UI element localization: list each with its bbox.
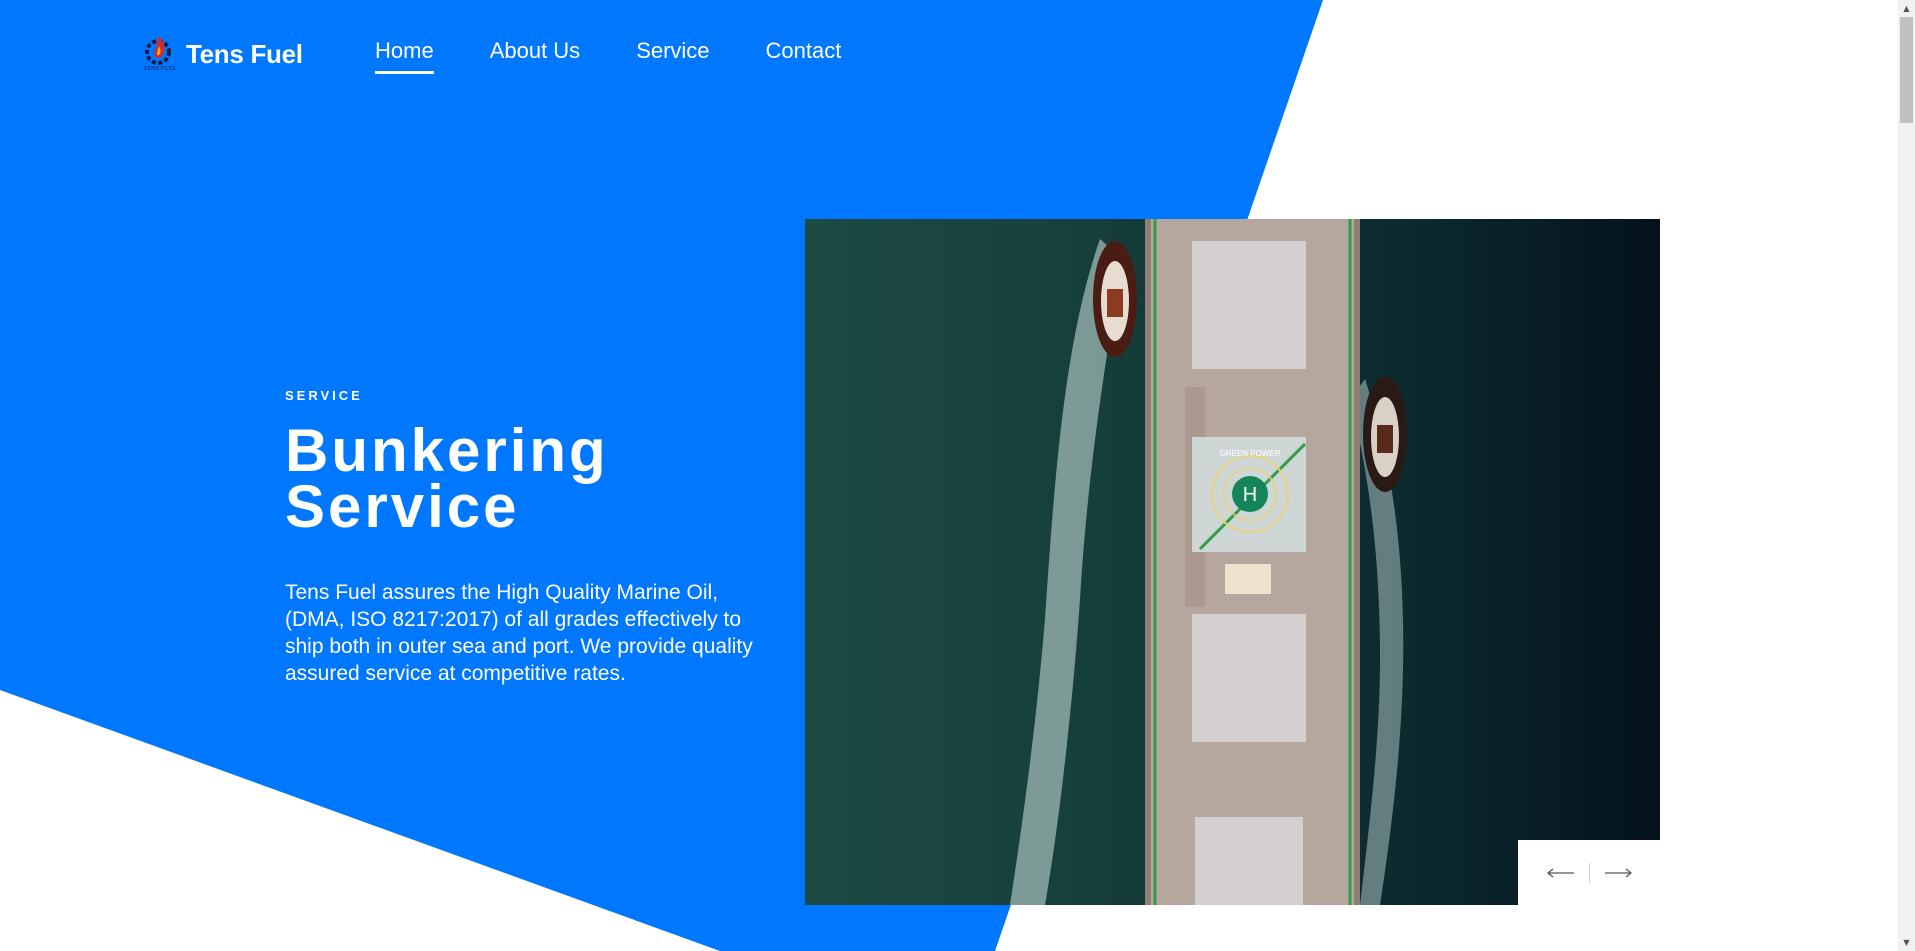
hero-title-line-2: Service (285, 473, 520, 540)
helipad-text: GREEN POWER (1220, 449, 1281, 458)
hero-text: SERVICE Bunkering Service Tens Fuel assu… (285, 388, 755, 687)
hero-description: Tens Fuel assures the High Quality Marin… (285, 581, 753, 685)
site-header: TENS FUEL Tens Fuel Home About Us Servic… (0, 0, 1898, 100)
scroll-thumb[interactable] (1900, 17, 1913, 123)
hero-title-line-1: Bunkering (285, 417, 609, 484)
helipad-letter: H (1243, 484, 1257, 506)
arrow-left-icon[interactable] (1533, 853, 1589, 893)
brand-name: Tens Fuel (186, 38, 303, 69)
hero-image: H GREEN POWER (805, 219, 1660, 905)
brand-logo-link[interactable]: TENS FUEL Tens Fuel (138, 32, 303, 76)
nav-item-about-us[interactable]: About Us (490, 38, 581, 74)
slider-controls (1518, 840, 1660, 906)
nav-item-service[interactable]: Service (636, 38, 709, 74)
page-scrollbar[interactable]: ▲ ▼ (1898, 0, 1915, 951)
scroll-down-icon[interactable]: ▼ (1898, 934, 1915, 951)
hero-title: Bunkering Service (285, 417, 755, 540)
arrow-right-icon[interactable] (1590, 853, 1646, 893)
ship-aerial-image: H GREEN POWER (805, 219, 1660, 905)
flame-gear-icon: TENS FUEL (138, 32, 182, 76)
hero-eyebrow: SERVICE (285, 388, 363, 403)
nav-item-home[interactable]: Home (375, 38, 434, 74)
main-nav: Home About Us Service Contact (375, 38, 841, 74)
scroll-up-icon[interactable]: ▲ (1898, 0, 1915, 17)
brand-logo-caption: TENS FUEL (143, 66, 177, 72)
nav-item-contact[interactable]: Contact (766, 38, 842, 74)
page: TENS FUEL Tens Fuel Home About Us Servic… (0, 0, 1915, 951)
